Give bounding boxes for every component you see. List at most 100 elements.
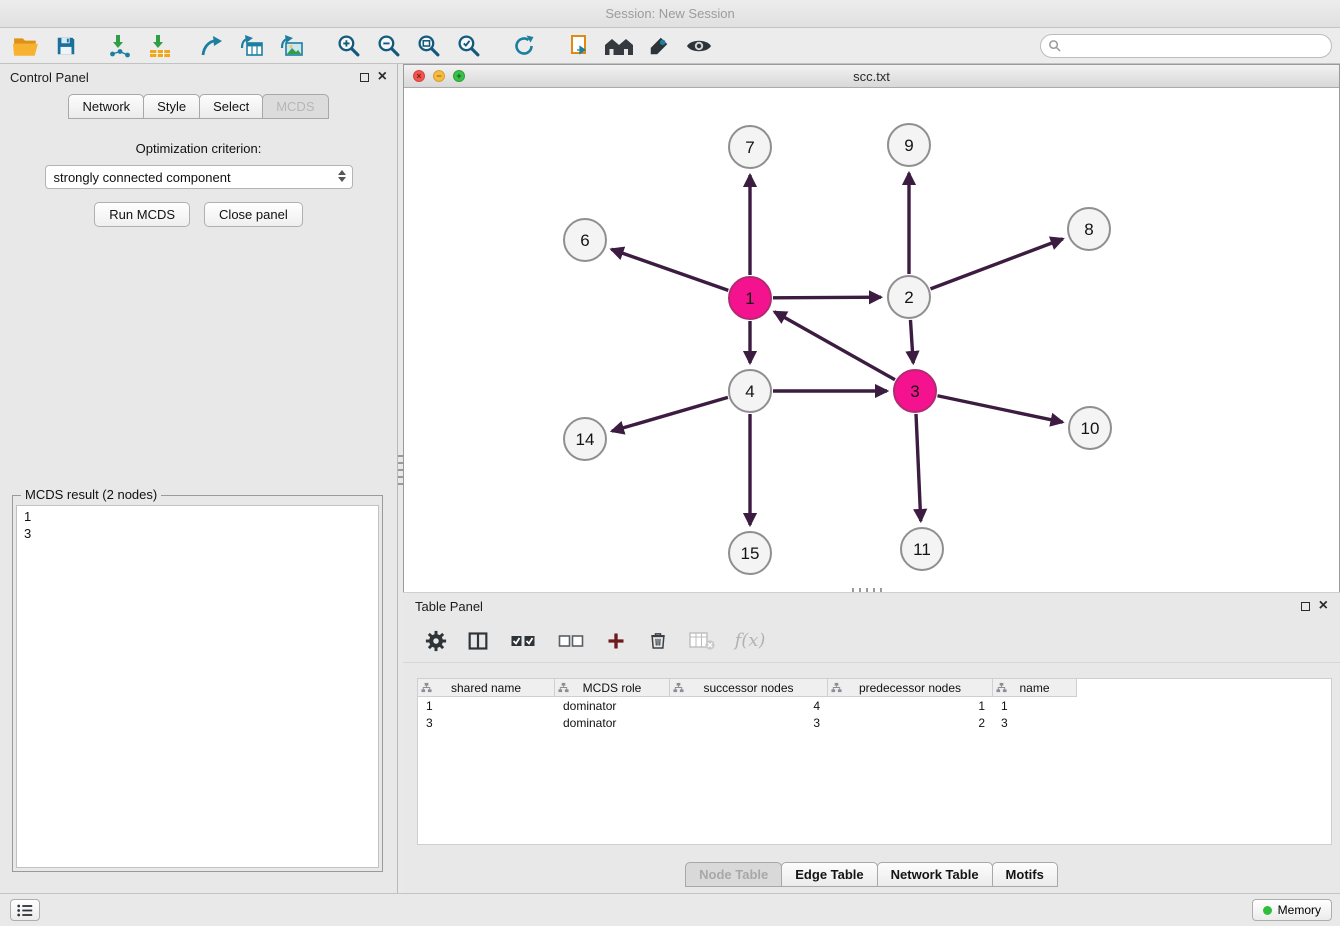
new-table-button[interactable] xyxy=(232,30,272,62)
float-panel-icon[interactable] xyxy=(360,73,369,82)
table-cell[interactable]: 1 xyxy=(993,697,1077,714)
table-panel: Table Panel × xyxy=(403,592,1340,893)
node-3[interactable]: 3 xyxy=(894,370,936,412)
svg-text:3: 3 xyxy=(910,382,919,401)
criterion-select[interactable]: strongly connected component xyxy=(45,165,353,189)
network-graph[interactable]: 7 9 6 8 1 2 4 3 14 10 15 11 xyxy=(404,89,1339,592)
task-history-button[interactable] xyxy=(10,899,40,921)
zoom-fit-button[interactable] xyxy=(408,30,448,62)
search-input[interactable] xyxy=(1040,34,1332,58)
edge-3-1[interactable] xyxy=(774,312,895,380)
network-window-title: scc.txt xyxy=(853,69,890,84)
svg-text:14: 14 xyxy=(576,430,595,449)
table-panel-header: Table Panel × xyxy=(403,593,1340,619)
table-tabs: Node Table Edge Table Network Table Moti… xyxy=(403,862,1340,887)
svg-text:9: 9 xyxy=(904,136,913,155)
table-cell[interactable]: 3 xyxy=(993,714,1077,731)
node-8[interactable]: 8 xyxy=(1068,208,1110,250)
table-settings-button[interactable] xyxy=(423,626,449,656)
edge-1-2[interactable] xyxy=(773,297,881,298)
tab-mcds[interactable]: MCDS xyxy=(262,94,328,119)
minimize-icon[interactable]: − xyxy=(433,70,445,82)
table-cell[interactable]: 4 xyxy=(670,697,828,714)
network-window-titlebar[interactable]: × − + scc.txt xyxy=(404,65,1339,88)
save-session-button[interactable] xyxy=(46,30,86,62)
table-row[interactable]: 3dominator323 xyxy=(418,714,1331,731)
home-layout-button[interactable] xyxy=(599,30,639,62)
open-session-button[interactable] xyxy=(6,30,46,62)
new-network-button[interactable] xyxy=(192,30,232,62)
column-header-MCDS-role[interactable]: MCDS role xyxy=(555,679,670,697)
close-table-panel-icon[interactable]: × xyxy=(1319,598,1328,614)
node-15[interactable]: 15 xyxy=(729,532,771,574)
zoom-selected-button[interactable] xyxy=(448,30,488,62)
edge-1-6[interactable] xyxy=(611,249,728,290)
node-1[interactable]: 1 xyxy=(729,277,771,319)
tab-style[interactable]: Style xyxy=(143,94,200,119)
tab-network-table[interactable]: Network Table xyxy=(877,862,993,887)
add-column-button[interactable] xyxy=(603,626,629,656)
node-10[interactable]: 10 xyxy=(1069,407,1111,449)
import-table-button[interactable] xyxy=(140,30,180,62)
table-cell[interactable]: dominator xyxy=(555,697,670,714)
table-cell[interactable]: 3 xyxy=(418,714,555,731)
node-4[interactable]: 4 xyxy=(729,370,771,412)
table-row[interactable]: 1dominator411 xyxy=(418,697,1331,714)
delete-table-button[interactable] xyxy=(687,626,717,656)
tab-edge-table[interactable]: Edge Table xyxy=(781,862,877,887)
mcds-result-list[interactable]: 1 3 xyxy=(16,505,379,868)
select-all-button[interactable] xyxy=(507,626,539,656)
float-table-panel-icon[interactable] xyxy=(1301,602,1310,611)
tab-select[interactable]: Select xyxy=(199,94,263,119)
edge-4-14[interactable] xyxy=(612,397,728,431)
run-mcds-button[interactable]: Run MCDS xyxy=(94,202,190,227)
memory-button[interactable]: Memory xyxy=(1252,899,1332,921)
refresh-layout-button[interactable] xyxy=(504,30,544,62)
edge-3-11[interactable] xyxy=(916,414,921,521)
column-header-predecessor-nodes[interactable]: predecessor nodes xyxy=(828,679,993,697)
close-icon[interactable]: × xyxy=(413,70,425,82)
tab-network[interactable]: Network xyxy=(68,94,144,119)
window-title: Session: New Session xyxy=(605,6,734,21)
node-6[interactable]: 6 xyxy=(564,219,606,261)
edge-3-10[interactable] xyxy=(938,396,1063,422)
column-header-successor-nodes[interactable]: successor nodes xyxy=(670,679,828,697)
memory-status-icon xyxy=(1263,906,1272,915)
close-panel-button[interactable]: Close panel xyxy=(204,202,303,227)
node-2[interactable]: 2 xyxy=(888,276,930,318)
node-7[interactable]: 7 xyxy=(729,126,771,168)
close-panel-icon[interactable]: × xyxy=(378,69,387,85)
toggle-visibility-button[interactable] xyxy=(679,30,719,62)
table-cell[interactable]: 1 xyxy=(828,697,993,714)
zoom-out-button[interactable] xyxy=(368,30,408,62)
vertical-splitter[interactable] xyxy=(398,455,403,485)
column-header-name[interactable]: name xyxy=(993,679,1077,697)
tab-motifs[interactable]: Motifs xyxy=(992,862,1058,887)
zoom-in-button[interactable] xyxy=(328,30,368,62)
table-cell[interactable]: 3 xyxy=(670,714,828,731)
columns-icon xyxy=(468,631,488,651)
node-11[interactable]: 11 xyxy=(901,528,943,570)
function-builder-button[interactable]: f(x) xyxy=(733,626,767,656)
table-cell[interactable]: 2 xyxy=(828,714,993,731)
apply-style-button[interactable] xyxy=(639,30,679,62)
import-network-button[interactable] xyxy=(100,30,140,62)
zoom-window-icon[interactable]: + xyxy=(453,70,465,82)
column-header-shared-name[interactable]: shared name xyxy=(418,679,555,697)
deselect-all-button[interactable] xyxy=(555,626,587,656)
column-visibility-button[interactable] xyxy=(465,626,491,656)
control-panel-title: Control Panel xyxy=(10,70,89,85)
node-9[interactable]: 9 xyxy=(888,124,930,166)
node-14[interactable]: 14 xyxy=(564,418,606,460)
svg-text:1: 1 xyxy=(745,289,754,308)
table-cell[interactable]: dominator xyxy=(555,714,670,731)
delete-column-button[interactable] xyxy=(645,626,671,656)
edge-2-8[interactable] xyxy=(931,239,1063,289)
network-canvas[interactable]: 7 9 6 8 1 2 4 3 14 10 15 11 xyxy=(404,89,1339,592)
edge-2-3[interactable] xyxy=(910,320,913,363)
tab-node-table[interactable]: Node Table xyxy=(685,862,782,887)
copy-view-button[interactable] xyxy=(559,30,599,62)
export-image-button[interactable] xyxy=(272,30,312,62)
table-cell[interactable]: 1 xyxy=(418,697,555,714)
window-titlebar[interactable]: Session: New Session xyxy=(0,0,1340,28)
